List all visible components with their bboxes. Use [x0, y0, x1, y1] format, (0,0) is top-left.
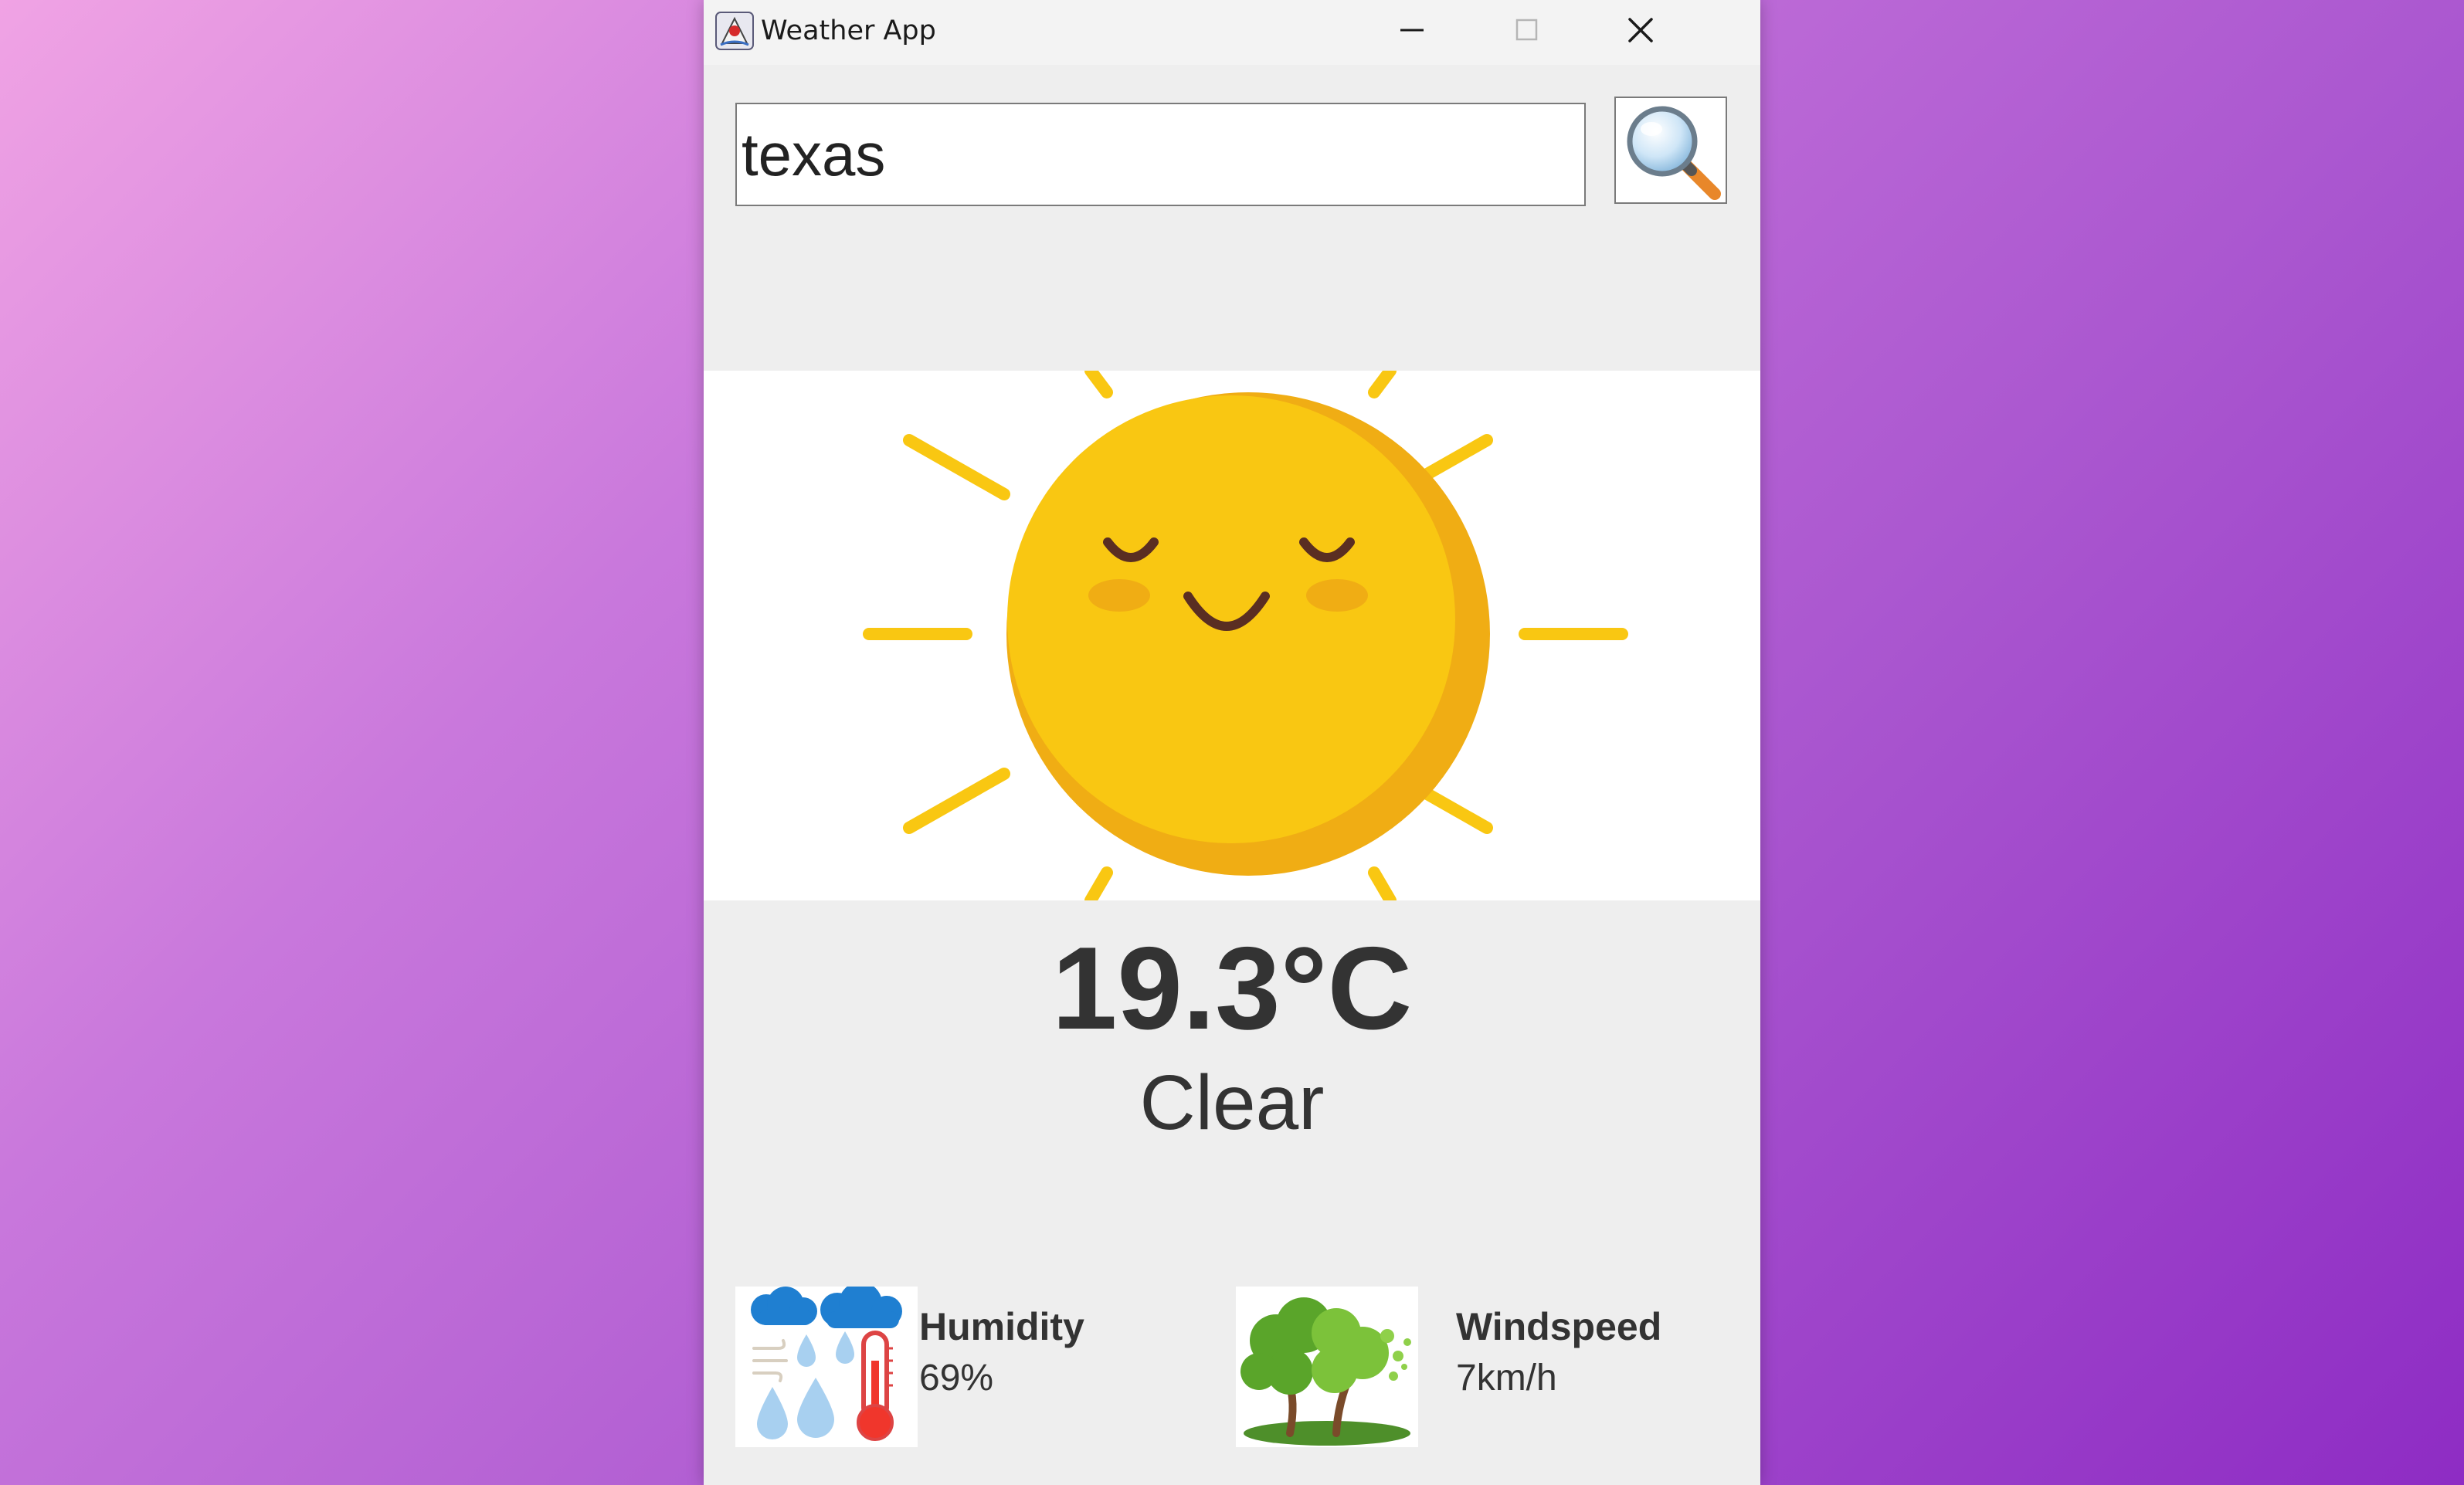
- windspeed-label: Windspeed: [1456, 1305, 1662, 1348]
- humidity-label: Humidity: [919, 1305, 1084, 1348]
- weather-image: [704, 371, 1760, 900]
- window-title: Weather App: [761, 15, 936, 46]
- humidity-value: 69%: [919, 1358, 994, 1399]
- windspeed-value: 7km/h: [1456, 1358, 1557, 1399]
- app-icon: [714, 11, 755, 51]
- title-bar[interactable]: Weather App: [704, 0, 1760, 65]
- maximize-icon: [1515, 19, 1538, 41]
- temperature-label: 19.3°C: [1051, 923, 1413, 1054]
- close-button[interactable]: [1583, 0, 1698, 60]
- smiling-sun-icon: [863, 371, 1628, 900]
- search-button[interactable]: [1614, 97, 1727, 204]
- minimize-button[interactable]: [1355, 0, 1469, 60]
- wind-tree-icon: [1236, 1287, 1418, 1447]
- maximize-button[interactable]: [1469, 0, 1583, 60]
- condition-label: Clear: [1139, 1060, 1325, 1146]
- search-input[interactable]: [735, 103, 1586, 206]
- magnifying-glass-icon: [1627, 106, 1721, 200]
- close-icon: [1628, 18, 1653, 42]
- humidity-rain-thermometer-icon: [735, 1287, 918, 1447]
- weather-app-window: Weather App texas 19.3°C Clear Humidity …: [704, 0, 1760, 1485]
